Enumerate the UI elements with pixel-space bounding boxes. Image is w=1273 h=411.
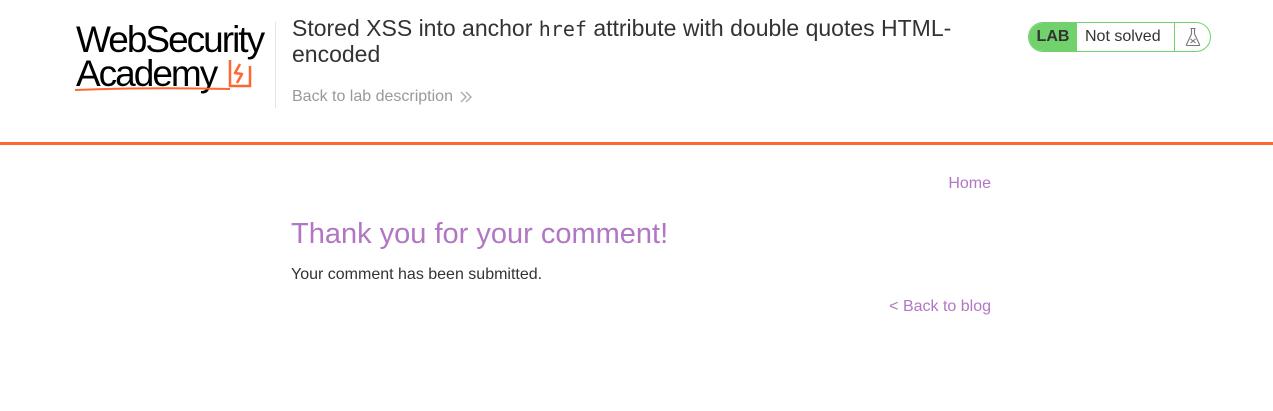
logo-underline-icon	[74, 87, 231, 91]
lab-badge: LAB	[1029, 23, 1077, 51]
site-header: WebSecurity Academy Stored XSS into anch…	[0, 0, 1273, 142]
header-orange-rule	[0, 142, 1273, 145]
lab-title-code: href	[538, 17, 587, 41]
page-heading: Thank you for your comment!	[291, 218, 669, 250]
lab-status-text: Not solved	[1077, 23, 1175, 51]
back-to-lab-description-label: Back to lab description	[292, 88, 453, 105]
lab-title-part1: Stored XSS into anchor	[292, 15, 539, 41]
logo-lightning-icon	[228, 60, 252, 88]
web-security-academy-logo[interactable]: WebSecurity Academy	[74, 20, 274, 95]
flask-button[interactable]	[1175, 23, 1210, 51]
back-to-blog-link[interactable]: < Back to blog	[889, 298, 991, 316]
home-link[interactable]: Home	[948, 175, 991, 193]
header-divider	[275, 22, 276, 108]
flask-icon	[1185, 27, 1200, 47]
submission-message: Your comment has been submitted.	[291, 266, 543, 283]
back-to-lab-description-link[interactable]: Back to lab description	[292, 88, 473, 106]
lab-title: Stored XSS into anchor href attribute wi…	[292, 16, 992, 67]
double-chevron-right-icon	[460, 91, 472, 103]
lab-status-widget: LAB Not solved	[1028, 22, 1211, 52]
